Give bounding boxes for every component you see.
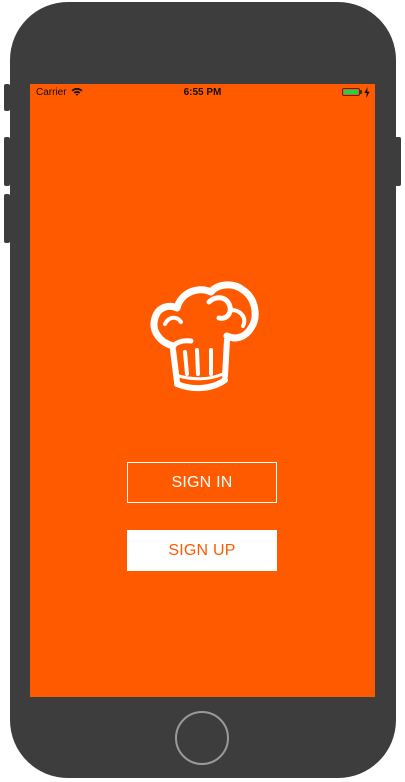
sign-up-button[interactable]: SIGN UP: [127, 530, 277, 571]
status-time: 6:55 PM: [183, 87, 222, 98]
charging-bolt-icon: [364, 87, 370, 98]
power-button: [395, 137, 401, 186]
battery-tip: [360, 90, 362, 94]
battery-level-fill: [344, 90, 358, 94]
volume-down-button: [4, 194, 10, 243]
volume-up-button: [4, 137, 10, 186]
home-button[interactable]: [175, 711, 229, 765]
battery-icon: [342, 88, 360, 96]
sign-in-button[interactable]: SIGN IN: [127, 462, 277, 503]
status-bar: Carrier 6:55 PM: [30, 84, 375, 102]
silent-switch: [4, 84, 10, 111]
chef-hat-icon: [150, 281, 259, 392]
app-screen: Carrier 6:55 PM SIGN IN SIGN UP: [30, 84, 375, 697]
